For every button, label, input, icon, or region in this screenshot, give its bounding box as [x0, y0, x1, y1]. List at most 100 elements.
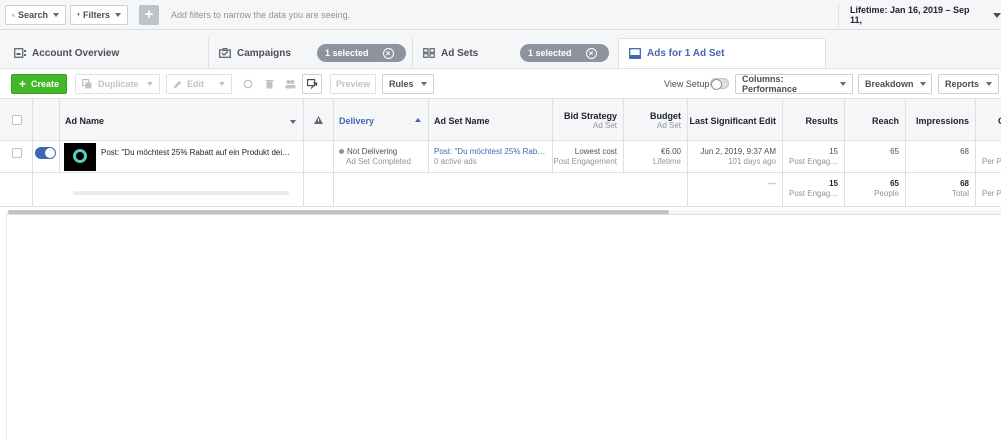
edit-button[interactable]: Edit [166, 74, 232, 94]
tab-divider [412, 38, 413, 68]
header-label: Ad Set Name [434, 116, 490, 126]
totals-reach-cell: 65 People [845, 173, 906, 206]
tab-ad-sets[interactable]: Ad Sets [423, 38, 478, 68]
sort-caret-icon [290, 120, 296, 124]
header-budget[interactable]: Budget Ad Set [624, 99, 688, 140]
header-label: Bid Strategy [563, 111, 617, 121]
totals-spacer [0, 173, 33, 206]
view-setup-label: View Setup [664, 79, 710, 89]
last-edit-ago: 101 days ago [727, 157, 776, 166]
header-bid-strategy[interactable]: Bid Strategy Ad Set [553, 99, 624, 140]
totals-impressions-sub: Total [952, 189, 969, 198]
tab-label: Ad Sets [441, 47, 479, 59]
header-partial-column[interactable]: C [976, 99, 1001, 140]
rules-button[interactable]: Rules [382, 74, 434, 94]
clear-selection-icon[interactable]: × [382, 47, 394, 59]
view-setup-toggle[interactable] [710, 78, 729, 90]
date-range-label: Lifetime: Jan 16, 2019 – Sep 11, [850, 5, 970, 25]
filter-hint[interactable]: Add filters to narrow the data you are s… [171, 10, 350, 20]
ads-toolbar: + Create Duplicate Edit Preview Rules Vi… [0, 68, 1001, 98]
pencil-icon [173, 80, 182, 88]
breakdown-button[interactable]: Breakdown [858, 74, 932, 94]
duplicate-label: Duplicate [98, 79, 139, 89]
totals-reach: 65 [890, 179, 899, 188]
header-sublabel: Ad Set [656, 121, 681, 130]
header-warning[interactable] [304, 99, 334, 140]
tab-campaigns[interactable]: Campaigns [219, 38, 291, 68]
refresh-icon[interactable] [238, 74, 258, 94]
sort-ascending-icon [415, 118, 421, 122]
row-checkbox[interactable] [12, 148, 22, 158]
duplicate-button[interactable]: Duplicate [75, 74, 160, 94]
columns-button[interactable]: Columns: Performance [735, 74, 853, 94]
ad-status-toggle[interactable] [35, 147, 56, 159]
table-row[interactable]: Post: "Du möchtest 25% Rabatt auf ein Pr… [0, 141, 1001, 173]
chevron-down-icon [986, 82, 992, 86]
header-ad-set-name[interactable]: Ad Set Name [429, 99, 553, 140]
chevron-down-icon [115, 13, 121, 17]
results-cell: 15 Post Engag… [783, 141, 845, 172]
columns-label: Columns: Performance [742, 74, 798, 94]
header-results[interactable]: Results [783, 99, 845, 140]
clear-selection-icon[interactable]: × [585, 47, 597, 59]
date-range-picker[interactable]: Lifetime: Jan 16, 2019 – Sep 11, [838, 3, 1001, 27]
preview-button[interactable]: Preview [330, 74, 376, 94]
header-impressions[interactable]: Impressions [906, 99, 976, 140]
reports-button[interactable]: Reports [938, 74, 999, 94]
horizontal-scrollbar-thumb[interactable] [8, 210, 669, 214]
filters-button[interactable]: Filters [70, 5, 128, 25]
chevron-down-icon [53, 13, 59, 17]
header-checkbox-cell [0, 99, 33, 140]
trash-icon[interactable] [259, 74, 279, 94]
create-button[interactable]: + Create [11, 74, 67, 94]
bid-strategy: Lowest cost [574, 147, 617, 156]
totals-results: 15 [829, 179, 838, 188]
funnel-icon [77, 13, 80, 17]
tab-account-overview[interactable]: Account Overview [14, 38, 119, 68]
row-toggle-cell [33, 141, 60, 172]
header-last-significant-edit[interactable]: Last Significant Edit [688, 99, 783, 140]
audience-icon[interactable] [280, 74, 300, 94]
header-label: Results [805, 116, 838, 126]
ad-name[interactable]: Post: "Du möchtest 25% Rabatt auf ein Pr… [101, 148, 290, 157]
ad-icon [629, 48, 641, 59]
loading-placeholder-bar [73, 191, 289, 195]
tab-label: Campaigns [237, 47, 291, 59]
ad-thumbnail[interactable] [64, 143, 96, 171]
plus-icon: + [144, 6, 154, 23]
ad-set-name-cell: Post: "Du möchtest 25% Rab… 0 active ads [429, 141, 553, 172]
header-reach[interactable]: Reach [845, 99, 906, 140]
budget-cell: €6.00 Lifetime [624, 141, 688, 172]
chevron-down-icon [919, 82, 926, 86]
delivery-substatus: Ad Set Completed [346, 157, 411, 166]
ad-sets-selected-pill[interactable]: 1 selected × [520, 44, 609, 62]
header-delivery[interactable]: Delivery [334, 99, 429, 140]
totals-impressions-cell: 68 Total [906, 173, 976, 206]
results-sub: Post Engag… [789, 157, 839, 166]
select-all-checkbox[interactable] [12, 115, 22, 125]
tab-label: Ads for 1 Ad Set [647, 48, 725, 59]
tab-label: Account Overview [32, 47, 120, 59]
bid-strategy-sub: Post Engagement [553, 157, 617, 166]
table-header-row: Ad Name Delivery Ad Set Name Bid Strateg… [0, 98, 1001, 141]
grid-icon [423, 48, 435, 58]
budget-sub: Lifetime [652, 157, 681, 166]
account-overview-icon [14, 48, 26, 58]
totals-last-edit-cell: — [688, 173, 783, 206]
last-edit-cell: Jun 2, 2019, 9:37 AM 101 days ago [688, 141, 783, 172]
add-filter-button[interactable]: + [139, 5, 159, 25]
plus-icon: + [18, 77, 26, 91]
header-label: Budget [650, 111, 681, 121]
chevron-down-icon [147, 82, 153, 86]
selected-count: 1 selected [325, 48, 369, 58]
header-label: Reach [871, 116, 899, 126]
campaigns-selected-pill[interactable]: 1 selected × [317, 44, 406, 62]
tab-ads[interactable]: Ads for 1 Ad Set [618, 38, 826, 68]
ab-test-icon[interactable] [302, 74, 322, 94]
chevron-down-icon [421, 82, 427, 86]
ad-set-link[interactable]: Post: "Du möchtest 25% Rab… [434, 147, 545, 156]
search-button[interactable]: Search [5, 5, 66, 25]
totals-label-cell [33, 173, 304, 206]
header-ad-name[interactable]: Ad Name [60, 99, 304, 140]
delivery-cell: Not Delivering Ad Set Completed [334, 141, 429, 172]
